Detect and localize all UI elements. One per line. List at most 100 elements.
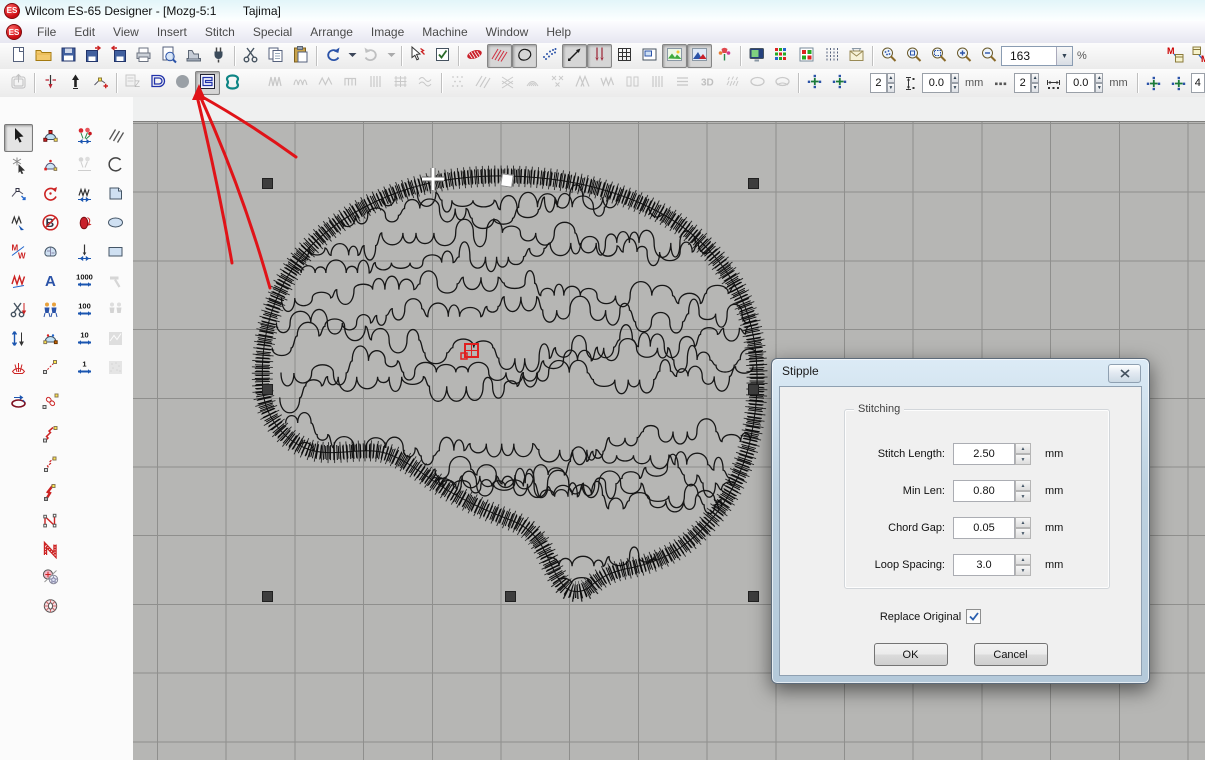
arc-tool[interactable] [101, 153, 130, 181]
redo-dropdown[interactable] [384, 44, 398, 68]
min-len-spinner[interactable]: ▲▼ [1015, 480, 1031, 502]
selection-handle[interactable] [262, 591, 273, 602]
jagged-run-tool[interactable] [36, 423, 65, 451]
cancel-button[interactable]: Cancel [974, 643, 1048, 666]
wave-stitch-button[interactable] [413, 71, 438, 95]
color-film-button[interactable] [794, 44, 819, 68]
selection-handle[interactable] [748, 384, 759, 395]
stitch-ratio-tool[interactable]: MW [4, 240, 33, 268]
zoom-stitches-button[interactable] [876, 44, 901, 68]
zigzag2-fill-button[interactable] [595, 71, 620, 95]
selection-handle[interactable] [262, 384, 273, 395]
stitch-length-field[interactable]: 2.50 [953, 443, 1015, 465]
bean-stitch-tool[interactable] [70, 211, 99, 239]
line-reshape-tool[interactable] [36, 356, 65, 384]
new-design-button[interactable] [6, 44, 31, 68]
pull-compensation-field[interactable]: 0.0 [922, 73, 951, 93]
menu-edit[interactable]: Edit [65, 23, 104, 41]
stitch-spacing-field[interactable]: 0.0 [1066, 73, 1095, 93]
spaced-lines-button[interactable] [670, 71, 695, 95]
ok-button[interactable]: OK [874, 643, 948, 666]
orbit-tool[interactable] [4, 390, 33, 418]
cut-stitch-tool[interactable] [4, 298, 33, 326]
circle-object-button[interactable] [170, 71, 195, 95]
stitch-view-button[interactable] [462, 44, 487, 68]
outline-view-button[interactable] [512, 44, 537, 68]
rectangle-tool[interactable] [101, 240, 130, 268]
stitch-count-field[interactable]: 2 [870, 73, 887, 93]
fur-stitch-button[interactable] [720, 71, 745, 95]
menu-machine[interactable]: Machine [413, 23, 476, 41]
stipple-run-button[interactable] [195, 71, 220, 95]
export-machine-file-button[interactable]: M [1163, 44, 1188, 68]
paste-button[interactable] [288, 44, 313, 68]
menu-insert[interactable]: Insert [148, 23, 196, 41]
peak-fill-button[interactable] [570, 71, 595, 95]
grid-stitch-button[interactable] [388, 71, 413, 95]
machine-connect-button[interactable] [206, 44, 231, 68]
import-machine-file-button[interactable]: M [1188, 44, 1205, 68]
density-view-button[interactable] [487, 44, 512, 68]
selection-handle[interactable] [748, 178, 759, 189]
weave-fill-button[interactable] [495, 71, 520, 95]
background-view-button[interactable] [662, 44, 687, 68]
cross-fill-button[interactable] [545, 71, 570, 95]
save-to-machine-button[interactable] [81, 44, 106, 68]
zoom-factor-combo[interactable]: 163▼ [1001, 46, 1073, 66]
triple-run-tool[interactable] [36, 453, 65, 481]
stitch-spacing-icon-button[interactable] [1041, 71, 1066, 95]
motif-fill-button[interactable] [445, 71, 470, 95]
morph-d-button[interactable] [1166, 71, 1191, 95]
border-object-button[interactable] [220, 71, 245, 95]
closed-path-tool[interactable] [36, 538, 65, 566]
hoop-toggle-button[interactable] [6, 71, 31, 95]
chord-gap-spinner[interactable]: ▲▼ [1015, 517, 1031, 539]
stitch-spacing-field-spinner[interactable]: ▲▼ [1095, 73, 1103, 93]
dialog-close-button[interactable] [1108, 364, 1141, 383]
menu-arrange[interactable]: Arrange [301, 23, 362, 41]
grid-toggle-button[interactable] [612, 44, 637, 68]
load-from-machine-button[interactable] [106, 44, 131, 68]
scale-10-tool[interactable]: 10 [70, 327, 99, 355]
reshape-tool[interactable] [36, 124, 65, 152]
stitch-edit-tool[interactable] [4, 211, 33, 239]
lettering-tool[interactable]: A [36, 269, 65, 297]
print-preview-button[interactable] [156, 44, 181, 68]
auto-branch-button[interactable]: Z [120, 71, 145, 95]
undo-dropdown[interactable] [345, 44, 359, 68]
scale-100-tool[interactable]: 100 [70, 298, 99, 326]
zigzag-stitch-button[interactable] [313, 71, 338, 95]
redo-button[interactable] [359, 44, 384, 68]
document-system-icon[interactable]: ES [6, 24, 22, 40]
tail-value-field[interactable]: 4 [1191, 73, 1205, 93]
undo-button[interactable] [320, 44, 345, 68]
remove-branch-tool[interactable]: B [36, 211, 65, 239]
florist-tool[interactable] [70, 124, 99, 152]
applique-tool[interactable] [101, 269, 130, 297]
title-bar[interactable]: ES Wilcom ES-65 Designer - [Mozg-5:1 Taj… [0, 0, 1205, 22]
stitch-spacing-tool[interactable] [70, 240, 99, 268]
smart-pointer-button[interactable] [405, 44, 430, 68]
scale-1-tool[interactable]: 1 [70, 356, 99, 384]
speckle-tool[interactable] [101, 356, 130, 384]
morph-a-button[interactable] [802, 71, 827, 95]
pull-compensation-field-spinner[interactable]: ▲▼ [951, 73, 959, 93]
stitch-angle-tool[interactable] [101, 124, 130, 152]
stitch-player-button[interactable] [181, 44, 206, 68]
lasso-select-tool[interactable] [4, 153, 33, 181]
fill-shape-tool[interactable] [101, 182, 130, 210]
stipple-dialog[interactable]: Stipple Stitching Stitch Length: 2.50 ▲▼… [771, 358, 1150, 684]
reshape-dome-tool[interactable] [36, 327, 65, 355]
run-count-field-spinner[interactable]: ▲▼ [1031, 73, 1039, 93]
satin-stitch-button[interactable] [263, 71, 288, 95]
stitch-height-tool[interactable] [4, 327, 33, 355]
density-chart-button[interactable] [819, 44, 844, 68]
penetrations-view-button[interactable] [587, 44, 612, 68]
ellipse-tool[interactable] [101, 211, 130, 239]
loop-stitch-button[interactable] [288, 71, 313, 95]
add-point-button[interactable] [88, 71, 113, 95]
blob-shape-tool[interactable] [36, 240, 65, 268]
loop-spacing-field[interactable]: 3.0 [953, 554, 1015, 576]
morph-c-button[interactable] [1141, 71, 1166, 95]
menu-help[interactable]: Help [537, 23, 580, 41]
